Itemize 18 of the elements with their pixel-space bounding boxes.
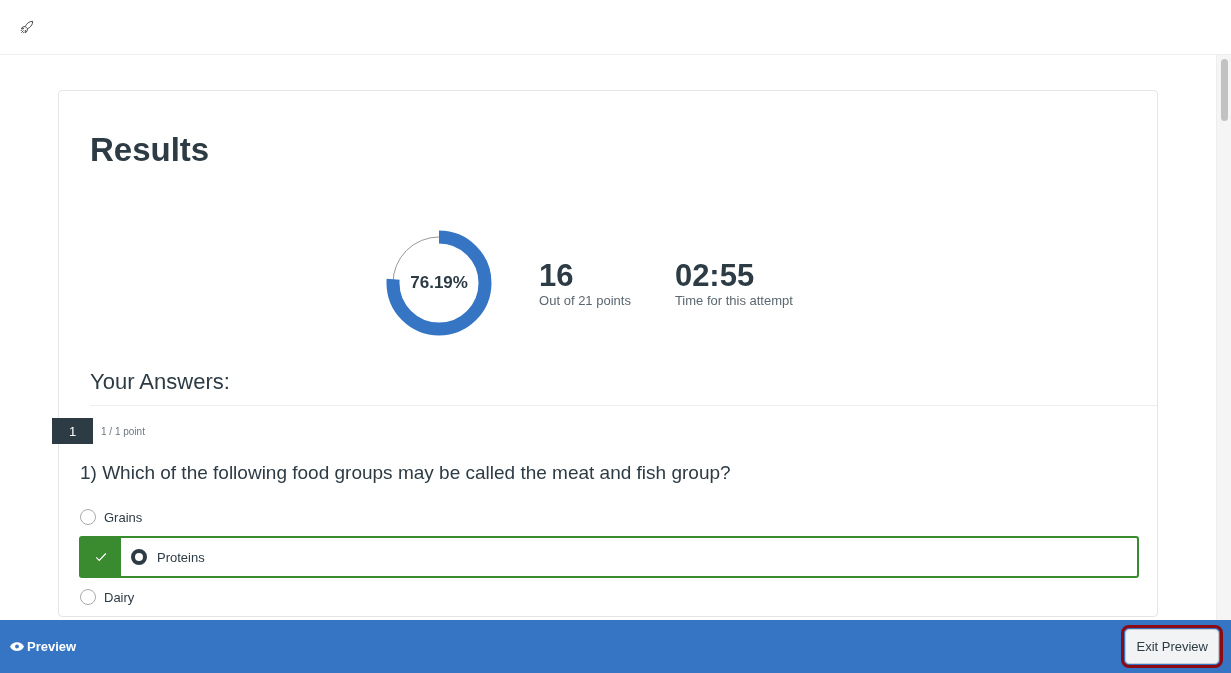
preview-text: Preview bbox=[27, 639, 77, 654]
results-title: Results bbox=[90, 131, 211, 169]
answer-label: Proteins bbox=[157, 549, 205, 565]
eye-icon bbox=[10, 642, 24, 651]
answers-heading: Your Answers: bbox=[90, 369, 1157, 406]
stat-label: Time for this attempt bbox=[674, 292, 793, 308]
question-points: 1 / 1 point bbox=[101, 425, 145, 437]
question-text: 1) Which of the following food groups may be called the meat and fish group? bbox=[80, 462, 732, 484]
scrollbar[interactable] bbox=[1216, 55, 1231, 620]
stat-value: 16 bbox=[539, 258, 575, 293]
answer-label: Grains bbox=[104, 509, 143, 525]
radio-button[interactable] bbox=[131, 549, 147, 565]
scrollbar-thumb[interactable] bbox=[1220, 59, 1228, 121]
question-number: 1 bbox=[52, 418, 93, 444]
stat-label: Out of 21 points bbox=[539, 292, 631, 308]
answer-label: Dairy bbox=[104, 589, 135, 605]
stat-value: 02:55 bbox=[674, 258, 756, 293]
rocket-icon[interactable] bbox=[20, 20, 34, 34]
